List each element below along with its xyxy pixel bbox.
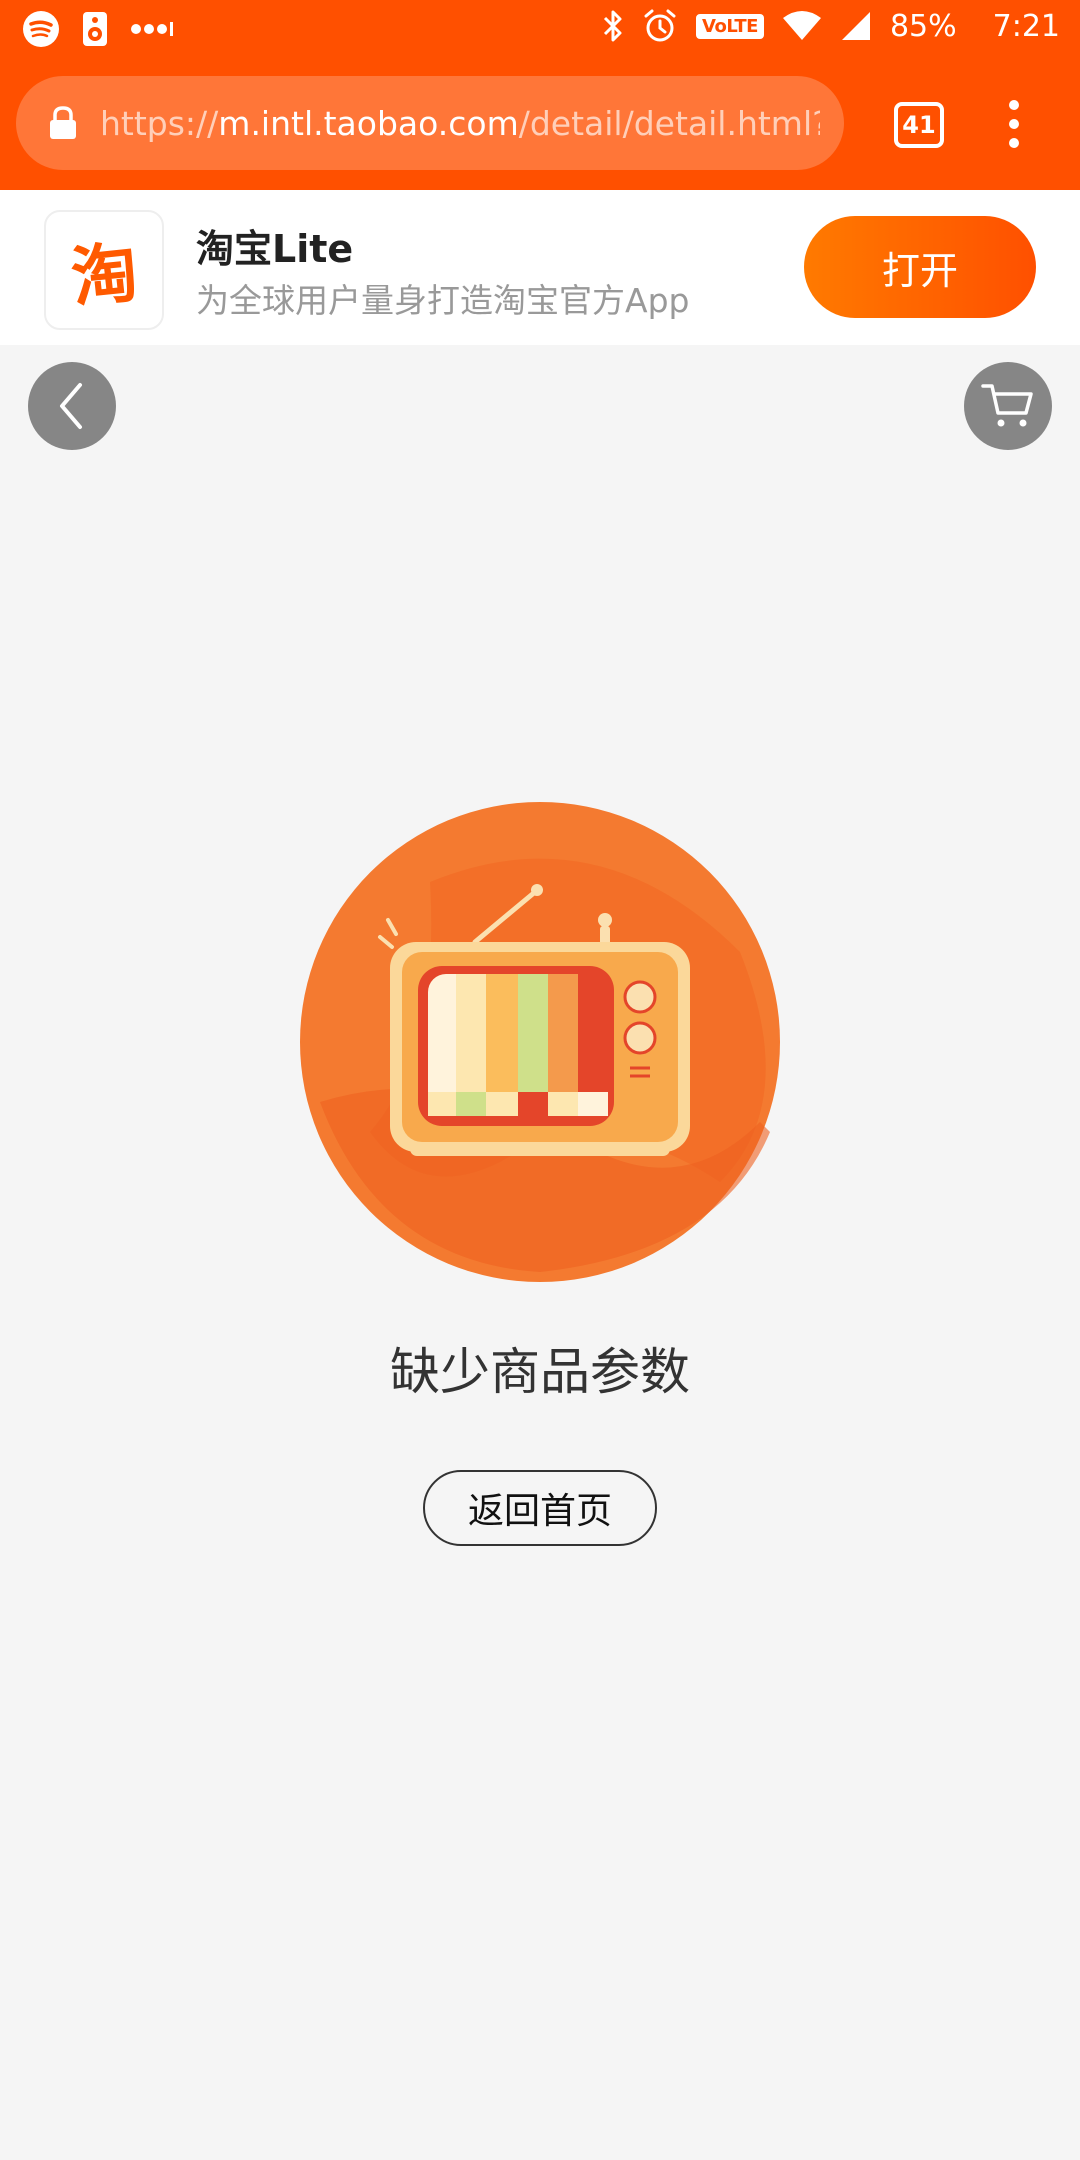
app-name: 淘宝Lite: [196, 227, 354, 271]
return-home-button[interactable]: 返回首页: [423, 1470, 657, 1546]
url-bar[interactable]: https://m.intl.taobao.com/detail/detail.…: [16, 76, 844, 170]
menu-dot: [1009, 138, 1019, 148]
wifi-icon: [782, 10, 822, 42]
logo-char: 淘: [67, 233, 142, 318]
alarm-icon: [642, 8, 678, 44]
url-scheme: https://: [100, 103, 219, 143]
clock: 7:21: [992, 8, 1060, 44]
chevron-left-icon: [60, 383, 82, 429]
status-left-icons: [22, 10, 174, 48]
lock-icon: [48, 105, 78, 141]
open-app-button[interactable]: 打开: [804, 216, 1036, 318]
more-dots-icon: [130, 19, 174, 39]
url-path: /detail/detail.html?spm: [518, 103, 820, 143]
signal-icon: [840, 10, 872, 42]
cart-icon: [981, 384, 1033, 427]
tab-switcher-button[interactable]: 41: [894, 102, 944, 148]
app-description: 为全球用户量身打造淘宝官方App: [196, 281, 690, 320]
bluetooth-icon: [602, 9, 624, 43]
url-domain: m.intl.taobao.com: [218, 103, 519, 143]
url-text[interactable]: https://m.intl.taobao.com/detail/detail.…: [100, 104, 820, 143]
error-message: 缺少商品参数: [390, 1343, 690, 1401]
battery-percent: 85%: [889, 8, 957, 44]
browser-menu-button[interactable]: [1000, 100, 1028, 148]
cart-button[interactable]: [964, 362, 1052, 450]
status-right-icons: VoLTE 85% 7:21: [602, 8, 1060, 44]
status-bar: VoLTE 85% 7:21: [0, 0, 1080, 60]
speaker-icon: [82, 11, 108, 47]
menu-dot: [1009, 100, 1019, 110]
error-tv-illustration: [300, 802, 780, 1282]
back-button[interactable]: [28, 362, 116, 450]
menu-dot: [1009, 119, 1019, 129]
spotify-icon: [22, 10, 60, 48]
app-download-banner: 淘 淘宝Lite 为全球用户量身打造淘宝官方App 打开: [0, 190, 1080, 345]
volte-icon: VoLTE: [696, 13, 764, 39]
taobao-logo-icon: 淘: [44, 210, 164, 330]
